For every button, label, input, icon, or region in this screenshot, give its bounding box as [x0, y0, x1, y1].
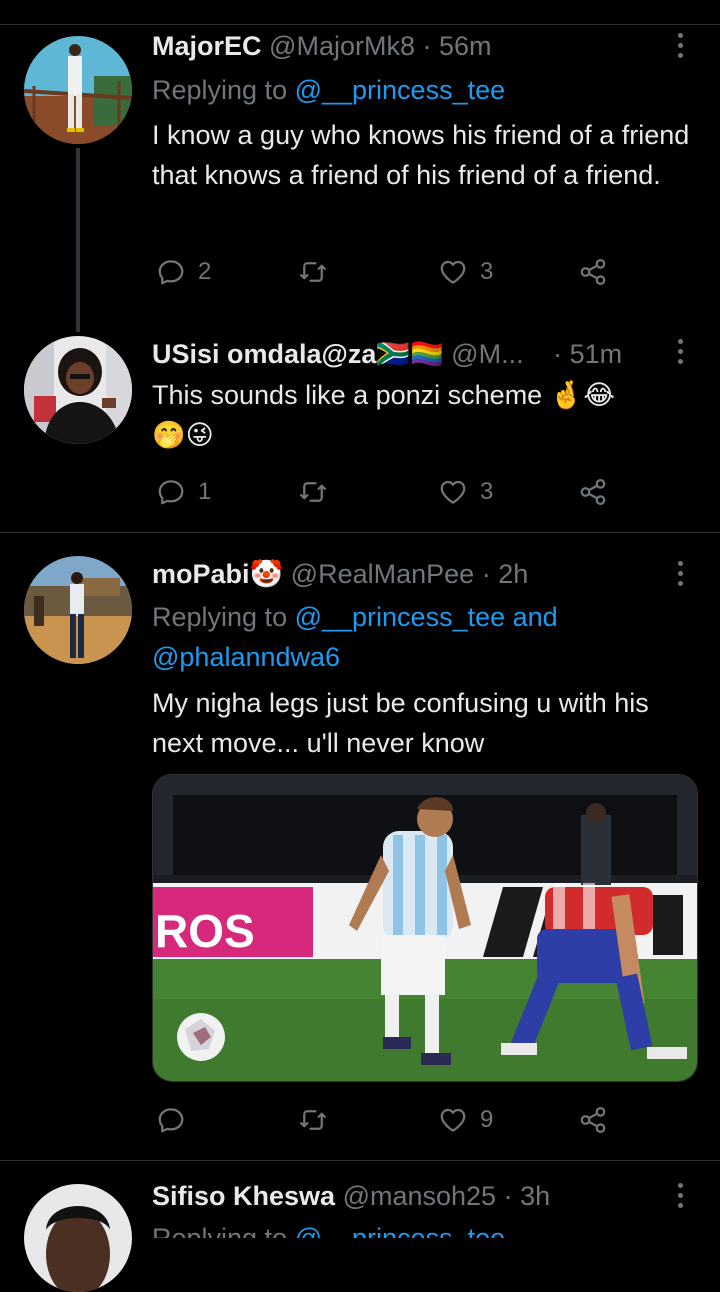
avatar[interactable] [24, 336, 132, 444]
tweet-header: moPabi🤡 @RealManPee · 2h [152, 554, 660, 594]
more-icon[interactable] [670, 556, 690, 596]
replying-label: Replying to [152, 1223, 295, 1238]
like-icon [438, 257, 468, 287]
tweet-header: Sifiso Kheswa @mansoh25 · 3h [152, 1176, 660, 1216]
like-button[interactable]: 3 [438, 472, 493, 512]
more-icon[interactable] [670, 28, 690, 68]
share-button[interactable] [578, 252, 608, 292]
avatar[interactable] [24, 36, 132, 144]
separator-dot: · [422, 31, 432, 61]
thread-line [76, 148, 80, 332]
tweet-text-emoji: 🤭😜 [152, 420, 214, 451]
reply-icon [156, 257, 186, 287]
like-count: 3 [480, 258, 494, 285]
timestamp[interactable]: 3h [520, 1181, 550, 1211]
mention-link[interactable]: @__princess_tee [295, 1223, 506, 1238]
mention-link[interactable]: @__princess_tee [295, 602, 506, 632]
reply-button[interactable]: 2 [156, 252, 211, 292]
tweet-media-image[interactable]: ROS [152, 774, 698, 1082]
tweet-text: My nigha legs just be confusing u with h… [152, 688, 649, 758]
reply-icon [156, 1105, 186, 1135]
like-button[interactable]: 9 [438, 1100, 493, 1140]
handle[interactable]: @RealManPee [291, 559, 475, 589]
name-emoji: 🤡 [249, 559, 284, 590]
replying-and: and [505, 602, 558, 632]
retweet-button[interactable] [298, 252, 328, 292]
like-button[interactable]: 3 [438, 252, 493, 292]
tweet-actions: 9 [152, 1100, 622, 1140]
tweet-text-line: This sounds like a ponzi scheme 🤞😂 [152, 380, 615, 410]
replying-to: Replying to @__princess_tee [152, 70, 660, 110]
display-name[interactable]: Sifiso Kheswa [152, 1181, 335, 1211]
timestamp[interactable]: 2h [498, 559, 528, 589]
retweet-button[interactable] [298, 1100, 328, 1140]
mention-link[interactable]: @phalanndwa6 [152, 642, 340, 672]
replying-to: Replying to @__princess_tee [152, 1218, 660, 1238]
name-emoji: 🇿🇦🏳️‍🌈 [376, 339, 444, 370]
tweet-actions: 1 3 [152, 472, 622, 512]
ad-board-text: ROS [155, 905, 255, 957]
separator-dot: · [503, 1181, 513, 1211]
retweet-button[interactable] [298, 472, 328, 512]
share-icon [578, 257, 608, 287]
retweet-icon [298, 477, 328, 507]
top-divider [0, 24, 720, 25]
tweet-header: MajorEC @MajorMk8 · 56m [152, 26, 660, 66]
mention-link[interactable]: @__princess_tee [295, 75, 506, 105]
display-name[interactable]: USisi omdala@za [152, 339, 376, 369]
share-icon [578, 477, 608, 507]
share-button[interactable] [578, 472, 608, 512]
avatar[interactable] [24, 1184, 132, 1292]
like-icon [438, 477, 468, 507]
separator-dot: · [481, 559, 491, 589]
retweet-icon [298, 1105, 328, 1135]
like-icon [438, 1105, 468, 1135]
handle[interactable]: @M... [451, 339, 523, 369]
tweet-text: I know a guy who knows his friend of a f… [152, 120, 690, 190]
display-name[interactable]: MajorEC [152, 31, 262, 61]
avatar[interactable] [24, 556, 132, 664]
reply-icon [156, 477, 186, 507]
display-name[interactable]: moPabi [152, 559, 250, 589]
more-icon[interactable] [670, 334, 690, 374]
tweet-text: This sounds like a ponzi scheme 🤞😂 🤭😜 [152, 375, 696, 456]
reply-button[interactable]: 1 [156, 472, 211, 512]
timestamp[interactable]: 51m [570, 339, 623, 369]
reply-button[interactable] [156, 1100, 186, 1140]
separator-dot: · [553, 339, 563, 369]
timestamp[interactable]: 56m [439, 31, 492, 61]
tweet-actions: 2 3 [152, 252, 622, 292]
reply-count: 1 [198, 478, 212, 505]
replying-label: Replying to [152, 602, 295, 632]
tweet-divider [0, 1160, 720, 1161]
handle[interactable]: @MajorMk8 [269, 31, 415, 61]
share-icon [578, 1105, 608, 1135]
tweet-header: USisi omdala@za🇿🇦🏳️‍🌈 @M... · 51m [152, 334, 660, 374]
replying-label: Replying to [152, 75, 295, 105]
tweet-divider [0, 532, 720, 533]
reply-count: 2 [198, 258, 212, 285]
replying-to: Replying to @__princess_tee and @phalann… [152, 597, 660, 677]
more-icon[interactable] [670, 1178, 690, 1218]
like-count: 3 [480, 478, 494, 505]
share-button[interactable] [578, 1100, 608, 1140]
retweet-icon [298, 257, 328, 287]
handle[interactable]: @mansoh25 [343, 1181, 497, 1211]
like-count: 9 [480, 1106, 494, 1133]
